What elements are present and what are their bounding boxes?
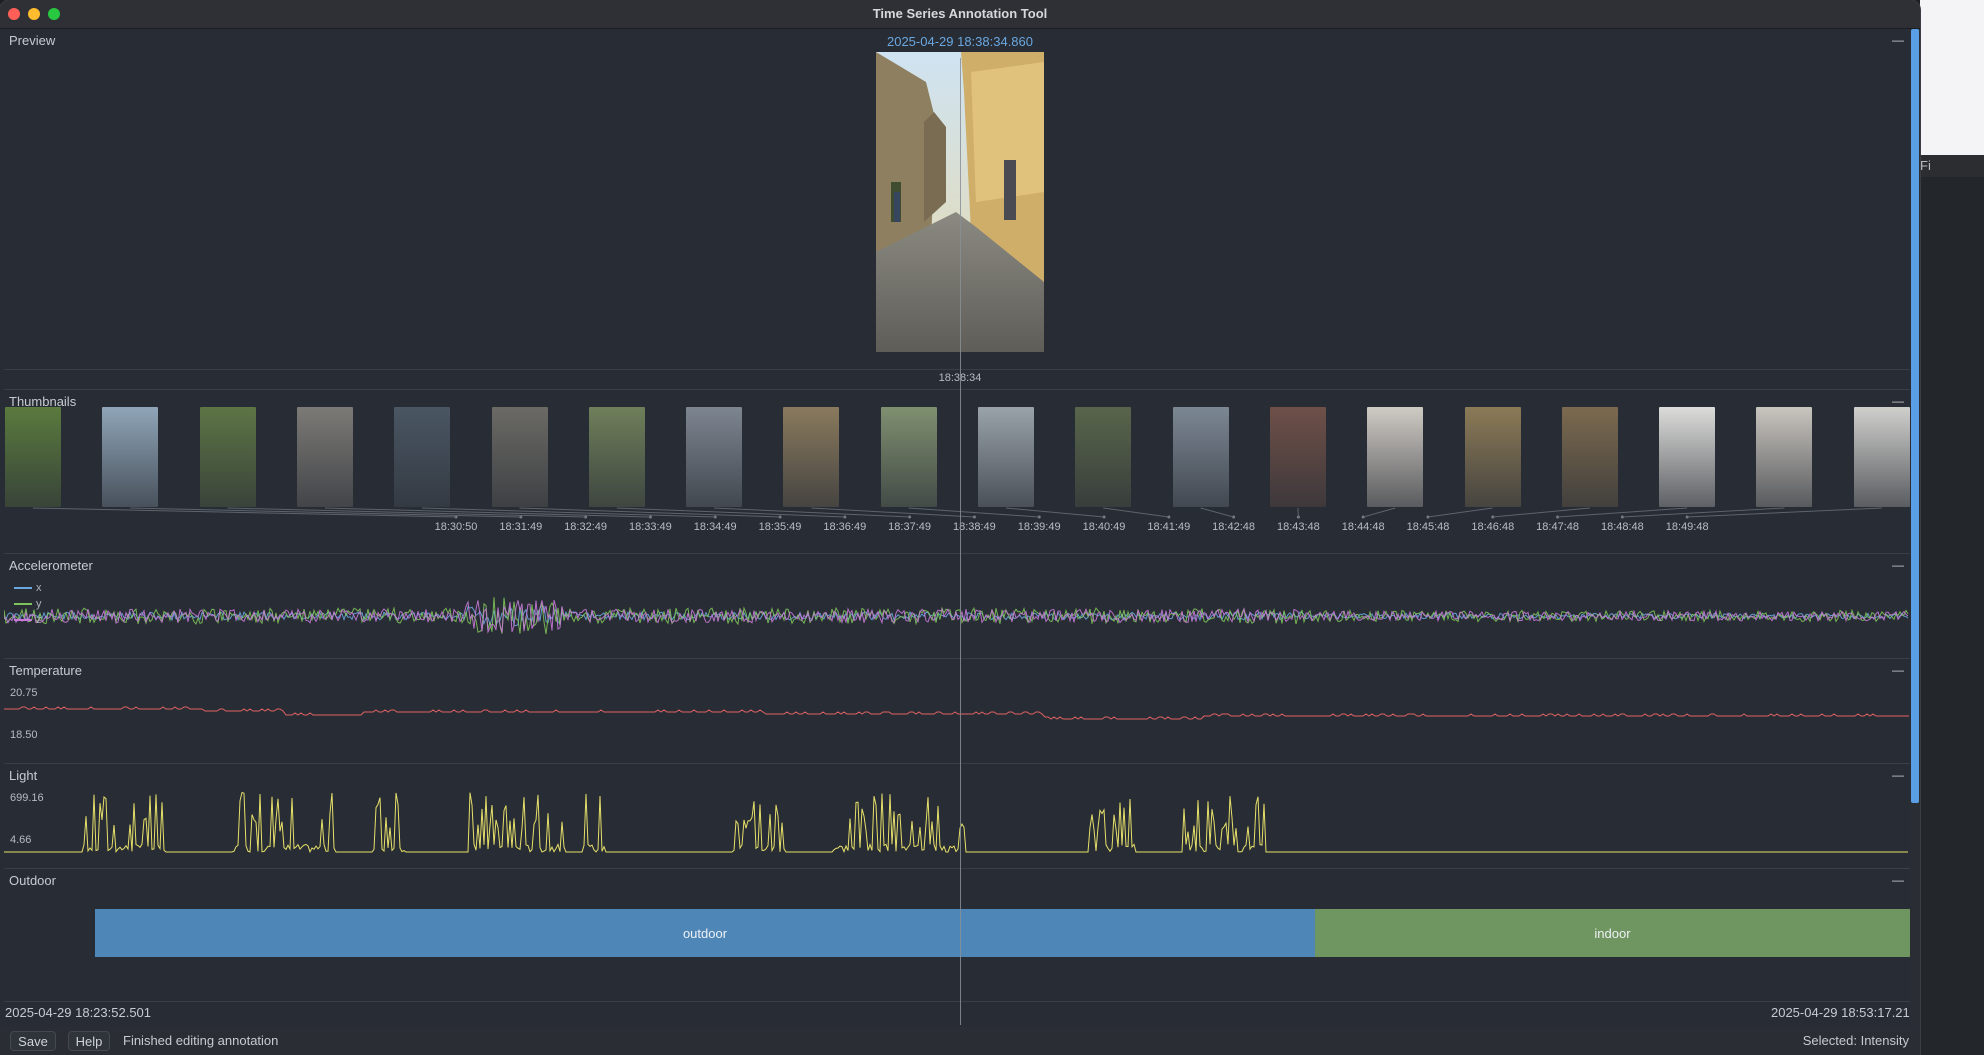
legend-y-label: y: [36, 598, 42, 610]
thumbnail-time-tick: 18:30:50: [434, 521, 478, 533]
annotation-outdoor-segment[interactable]: outdoor: [95, 909, 1315, 957]
thumbnail-time-tick: 18:48:48: [1600, 521, 1644, 533]
annotation-indoor-label: indoor: [1594, 925, 1631, 941]
app-window: Time Series Annotation Tool Preview — 20…: [0, 0, 1920, 1055]
light-plot[interactable]: [4, 764, 1910, 868]
annotation-outdoor-label: outdoor: [682, 925, 728, 941]
legend-z: z: [14, 614, 42, 626]
outdoor-panel: Outdoor — outdoor indoor: [4, 869, 1910, 1002]
temperature-series: [4, 706, 1909, 720]
menubar-fragment: Fi: [1920, 155, 1984, 177]
legend-y-swatch: [14, 603, 32, 606]
thumbnail-time-tick: 18:34:49: [693, 521, 737, 533]
help-button[interactable]: Help: [68, 1031, 110, 1051]
accelerometer-series-z: [4, 599, 1909, 634]
selected-label: Selected: Intensity: [1802, 1033, 1909, 1048]
status-bar: Save Help Finished editing annotation Se…: [0, 1027, 1920, 1055]
legend-y: y: [14, 598, 42, 610]
status-message: Finished editing annotation: [123, 1033, 279, 1048]
thumbnail-time-tick: 18:39:49: [1017, 521, 1061, 533]
window-title: Time Series Annotation Tool: [872, 6, 1048, 21]
titlebar: Time Series Annotation Tool: [0, 0, 1920, 29]
thumbnail-time-tick: 18:43:48: [1276, 521, 1320, 533]
range-end-time: 2025-04-29 18:53:17.219: [1770, 1005, 1917, 1020]
temperature-plot[interactable]: [4, 659, 1910, 763]
accelerometer-panel: Accelerometer — x y z: [4, 554, 1910, 659]
desktop-background: Fi: [1920, 0, 1984, 1055]
thumbnail-time-tick: 18:31:49: [499, 521, 543, 533]
thumbnail-time-tick: 18:42:48: [1212, 521, 1256, 533]
outdoor-label: Outdoor: [9, 873, 56, 888]
preview-axis-line: [4, 369, 1910, 370]
save-button[interactable]: Save: [10, 1031, 56, 1051]
legend-x-label: x: [36, 582, 42, 594]
legend-x-swatch: [14, 587, 32, 590]
annotation-indoor-segment[interactable]: indoor: [1315, 909, 1910, 957]
temperature-panel: Temperature — 20.75 18.50: [4, 659, 1910, 764]
thumbnail-time-tick: 18:35:49: [758, 521, 802, 533]
thumbnail-time-tick: 18:33:49: [628, 521, 672, 533]
range-start-time: 2025-04-29 18:23:52.501: [5, 1005, 152, 1020]
thumbnail-time-tick: 18:49:48: [1665, 521, 1709, 533]
light-series: [4, 791, 1908, 854]
thumbnail-time-axis: 18:30:50 18:31:49 18:32:49 18:33:49 18:34:49…: [4, 390, 1910, 553]
thumbnail-time-tick: 18:46:48: [1471, 521, 1515, 533]
thumbnail-time-tick: 18:32:49: [564, 521, 608, 533]
main-content: Preview — 2025-04-29 18:38:34.860 18:38:…: [4, 29, 1910, 1025]
thumbnail-time-tick: 18:47:48: [1536, 521, 1580, 533]
collapse-outdoor-button[interactable]: —: [1892, 874, 1904, 886]
accelerometer-plot[interactable]: [4, 554, 1910, 658]
thumbnail-time-tick: 18:40:49: [1082, 521, 1126, 533]
vertical-scrollbar-thumb[interactable]: [1911, 29, 1919, 803]
thumbnails-panel: Thumbnails — 18:30:50 18:31:49 18:32:49 18:…: [4, 390, 1910, 554]
legend-x: x: [14, 582, 42, 594]
thumbnail-time-tick: 18:36:49: [823, 521, 867, 533]
thumbnail-time-tick: 18:44:48: [1341, 521, 1385, 533]
thumbnail-time-tick: 18:37:49: [888, 521, 932, 533]
desktop-window-fragment: [1920, 0, 1984, 155]
preview-panel: Preview — 2025-04-29 18:38:34.860 18:38:…: [4, 29, 1910, 390]
legend-z-swatch: [14, 619, 32, 622]
thumbnail-time-tick: 18:41:49: [1147, 521, 1191, 533]
light-panel: Light — 699.16 4.66: [4, 764, 1910, 869]
time-cursor-line[interactable]: [960, 58, 961, 1025]
legend-z-label: z: [36, 614, 42, 626]
preview-timestamp: 2025-04-29 18:38:34.860: [886, 34, 1033, 49]
thumbnail-time-tick: 18:45:48: [1406, 521, 1450, 533]
